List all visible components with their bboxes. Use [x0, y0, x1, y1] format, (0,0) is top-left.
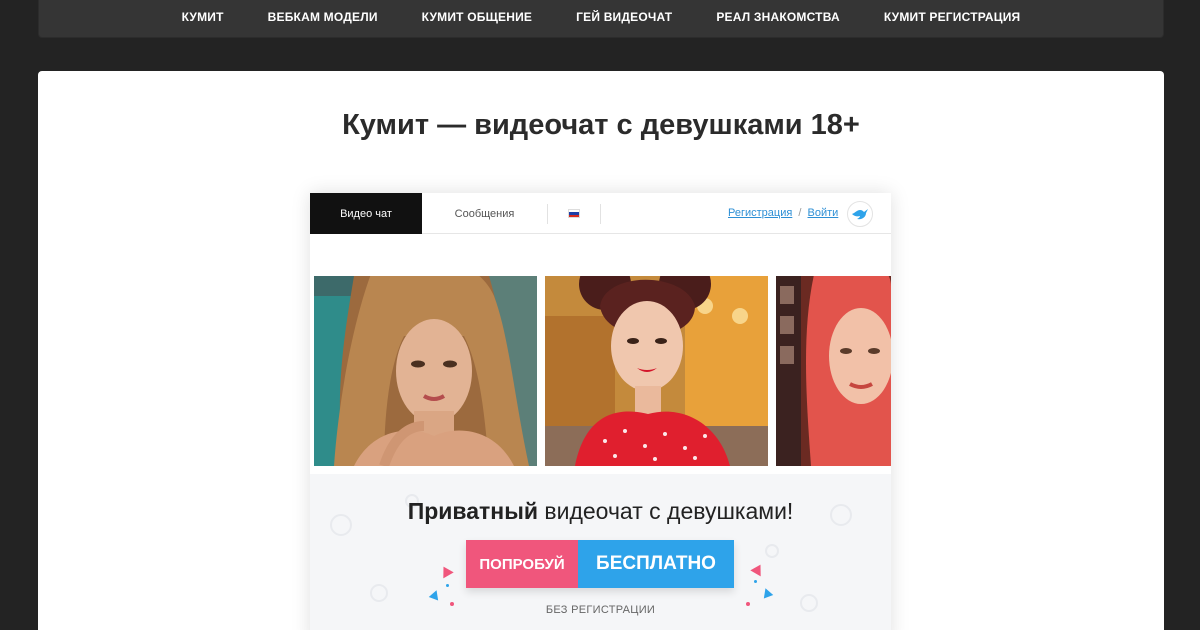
cta-left-label[interactable]: ПОПРОБУЙ — [466, 540, 578, 588]
auth-links: Регистрация / Войти — [728, 207, 838, 219]
login-link[interactable]: Войти — [808, 207, 839, 219]
cta-right-label[interactable]: БЕСПЛАТНО — [578, 540, 734, 588]
promo-section: Приватный видеочат с девушками! ПОПРОБУЙ… — [310, 474, 891, 630]
model-photo[interactable] — [776, 276, 891, 466]
page-title: Кумит — видеочат с девушками 18+ — [342, 109, 860, 141]
bird-icon[interactable] — [847, 201, 873, 227]
no-registration-note: БЕЗ РЕГИСТРАЦИИ — [545, 604, 656, 616]
content-card: Кумит — видеочат с девушками 18+ Видео ч… — [38, 71, 1164, 630]
model-photo[interactable] — [545, 276, 768, 466]
russia-flag-icon[interactable] — [568, 209, 580, 218]
tagline-bold: Приватный — [407, 498, 538, 524]
divider — [547, 204, 548, 224]
nav-link-kumit-chat[interactable]: КУМИТ ОБЩЕНИЕ — [422, 10, 532, 24]
screenshot-header: Видео чат Сообщения Регистрация / Войти — [310, 193, 891, 234]
nav-link-gay-videochat[interactable]: ГЕЙ ВИДЕОЧАТ — [576, 10, 672, 24]
tab-messages[interactable]: Сообщения — [422, 193, 547, 234]
tagline-rest: видеочат с девушками! — [537, 498, 794, 524]
try-free-button[interactable]: ПОПРОБУЙ БЕСПЛАТНО — [466, 540, 734, 588]
tab-video-chat[interactable]: Видео чат — [310, 193, 422, 234]
site-screenshot: Видео чат Сообщения Регистрация / Войти — [310, 193, 891, 630]
promo-tagline: Приватный видеочат с девушками! — [310, 498, 891, 525]
top-navigation: КУМИТ ВЕБКАМ МОДЕЛИ КУМИТ ОБЩЕНИЕ ГЕЙ ВИ… — [38, 0, 1164, 38]
register-link[interactable]: Регистрация — [728, 207, 792, 219]
auth-separator: / — [798, 207, 802, 219]
nav-link-kumit[interactable]: КУМИТ — [182, 10, 224, 24]
model-photo[interactable] — [314, 276, 537, 466]
nav-link-webcam-models[interactable]: ВЕБКАМ МОДЕЛИ — [268, 10, 378, 24]
divider — [600, 204, 601, 224]
nav-link-kumit-registration[interactable]: КУМИТ РЕГИСТРАЦИЯ — [884, 10, 1021, 24]
nav-link-real-dating[interactable]: РЕАЛ ЗНАКОМСТВА — [716, 10, 840, 24]
